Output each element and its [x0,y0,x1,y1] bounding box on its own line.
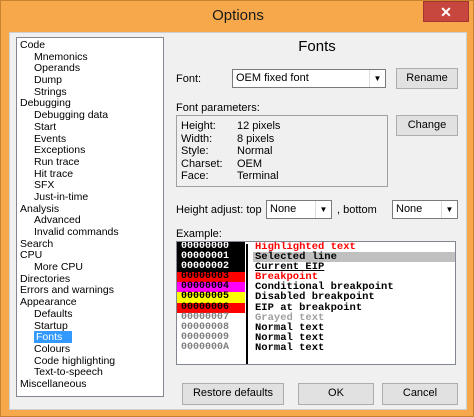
restore-defaults-button[interactable]: Restore defaults [182,383,284,405]
tree-item-label: Analysis [20,202,60,215]
height-adjust-top-select[interactable]: None ▼ [266,200,332,219]
dialog-body: Code Mnemonics Operands Dump Strings Debuggin… [9,32,467,410]
tree-item-label: Colours [34,342,71,355]
font-select-value: OEM fixed font [236,72,309,84]
tree-item-label: CPU [20,249,43,262]
font-parameter-row: Style: Normal [181,145,387,158]
tree-item-label: More CPU [34,261,84,274]
tree-item-label: Advanced [34,214,81,227]
font-parameter-key: Width: [181,132,213,145]
tree-item-label: Defaults [34,307,73,320]
chevron-down-icon: ▼ [441,201,457,218]
tree-item-label: Text-to-speech [34,366,103,379]
tree-item-label: Errors and warnings [20,284,114,297]
font-parameter-value: 8 pixels [237,132,275,145]
tree-item-label: Dump [34,74,63,87]
example-text-column: Highlighted text Selected line Current EIP… [253,242,455,353]
close-icon: ✕ [440,4,452,20]
ok-button[interactable]: OK [298,383,374,405]
bottom-select-value: None [396,203,423,215]
change-button[interactable]: Change [396,115,458,136]
font-parameter-key: Charset: [181,157,223,170]
font-label: Font: [176,73,202,85]
font-parameter-key: Face: [181,170,209,183]
title-bar: Options ✕ [1,1,474,31]
tree-item-label: Code highlighting [34,354,116,367]
tree-item-label: Invalid commands [34,226,119,238]
tree-item-label: Miscellaneous [20,377,87,390]
chevron-down-icon: ▼ [369,70,385,87]
tree-item-label: Exceptions [34,144,86,157]
tree-item-label: Hit trace [34,167,74,180]
fonts-panel: Fonts Font: OEM fixed font ▼ Rename Font… [172,33,462,411]
font-parameter-row: Width: 8 pixels [181,133,387,146]
font-parameter-key: Height: [181,120,216,132]
tree-item-label: Appearance [20,296,77,309]
font-parameters-box: Height: 12 pixels Width: 8 pixels Style: Norm… [176,115,388,187]
font-parameters-label: Font parameters: [176,102,260,114]
tree-item-label: SFX [34,179,55,192]
font-parameter-row: Charset: OEM [181,158,387,171]
tree-item-label: Fonts [34,331,73,344]
font-parameter-key: Style: [181,145,209,158]
font-parameter-value: Terminal [237,170,279,183]
tree-item-label: Startup [34,319,68,332]
example-line: Normal text [253,343,455,353]
top-select-value: None [270,203,297,215]
tree-item-label: Debugging [20,97,71,110]
height-adjust-bottom-label: , bottom [337,204,377,216]
window-title: Options [212,7,264,24]
options-window: Options ✕ Code Mnemonics Operands Dump Strin… [0,0,474,417]
chevron-down-icon: ▼ [315,201,331,218]
tree-item-label: Debugging data [34,109,109,122]
tree-item-label: Mnemonics [34,50,88,63]
font-example-preview: 00000000 00000001 00000002 00000003 00000004… [176,241,456,365]
options-tree[interactable]: Code Mnemonics Operands Dump Strings Debuggin… [16,37,164,397]
tree-item-label: Events [34,132,67,145]
tree-item-label: Just-in-time [34,190,89,203]
example-address: 0000000A [177,342,245,354]
tree-item-label: Strings [34,85,67,98]
tree-item-label: Run trace [34,155,80,168]
font-parameter-value: Normal [237,145,273,158]
example-label: Example: [176,228,222,240]
tree-item-label: Start [34,120,57,133]
tree-item-label: Operands [34,62,81,75]
font-parameter-value: OEM [237,157,263,170]
example-address-column: 00000000 00000001 00000002 00000003 00000004… [177,242,245,354]
height-adjust-bottom-select[interactable]: None ▼ [392,200,458,219]
rename-button[interactable]: Rename [396,68,458,89]
height-adjust-top-label: Height adjust: top [176,204,262,216]
font-parameter-row: Height: 12 pixels [181,120,387,133]
tree-item-label: Directories [20,272,71,285]
font-parameter-value: 12 pixels [237,120,281,132]
example-separator [246,244,249,364]
tree-item-label: Code [20,39,46,51]
panel-heading: Fonts [298,38,336,55]
tree-item[interactable]: Miscellaneous [17,377,163,391]
font-parameter-row: Face: Terminal [181,170,387,183]
close-button[interactable]: ✕ [423,1,469,22]
font-select[interactable]: OEM fixed font ▼ [232,69,386,88]
cancel-button[interactable]: Cancel [382,383,458,405]
tree-item-label: Search [20,237,54,250]
